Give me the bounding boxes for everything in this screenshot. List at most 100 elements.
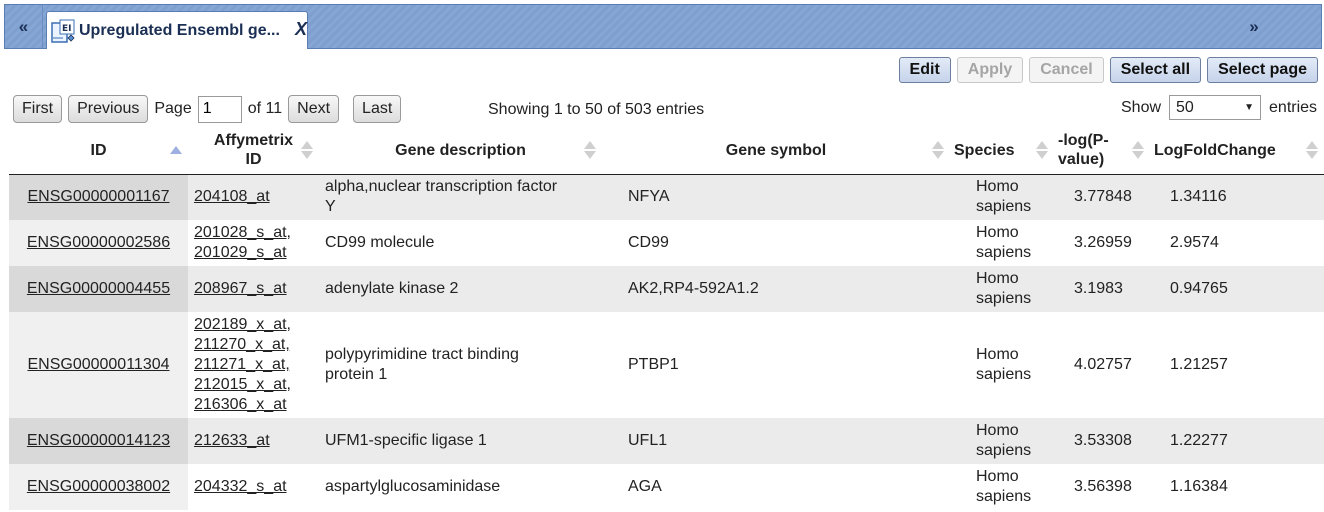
edit-button[interactable]: Edit [898,57,951,83]
apply-button[interactable]: Apply [956,57,1024,83]
cell-affymetrix-id: 204332_s_at [188,464,319,510]
previous-page-button[interactable]: Previous [68,95,149,123]
sort-both-icon [1132,141,1144,160]
cell-gene-symbol: PTBP1 [602,312,950,418]
table-row[interactable]: ENSG00000001167 204108_at alpha,nuclear tr… [9,174,1324,220]
show-label: Show [1121,98,1162,116]
cell-gene-description: CD99 molecule [319,220,602,266]
cell-affymetrix-id: 201028_s_at, 201029_s_at [188,220,319,266]
cell-id: ENSG00000001167 [9,174,188,220]
tab-title: Upregulated Ensembl ge... [79,21,280,39]
last-page-button[interactable]: Last [353,95,402,123]
table-row[interactable]: ENSG00000004455 208967_s_at adenylate kina… [9,266,1324,312]
ensembl-id-link[interactable]: ENSG00000004455 [27,280,170,297]
column-header-species[interactable]: Species [950,127,1054,175]
ensembl-id-link[interactable]: ENSG00000014123 [27,432,170,449]
affymetrix-id-link[interactable]: 216306_x_at [194,396,287,413]
cell-log-fold-change: 0.94765 [1150,266,1324,312]
table-row[interactable]: ENSG00000014123 212633_at UFM1-specific li… [9,418,1324,464]
cancel-button[interactable]: Cancel [1029,57,1104,83]
affymetrix-id-link[interactable]: 202189_x_at, [194,316,291,333]
affymetrix-id-link[interactable]: 211271_x_at, [194,356,290,373]
cell-id: ENSG00000011304 [9,312,188,418]
first-page-button[interactable]: First [13,95,63,123]
ensembl-doc-icon: EI [51,18,77,44]
cell-id: ENSG00000002586 [9,220,188,266]
ensembl-id-link[interactable]: ENSG00000011304 [27,356,169,373]
tab-upregulated-ensembl[interactable]: EI Upregulated Ensembl ge... X [46,11,308,49]
ensembl-id-link[interactable]: ENSG00000038002 [27,478,170,495]
cell-gene-description: adenylate kinase 2 [319,266,602,312]
cell-log-fold-change: 2.9574 [1150,220,1324,266]
cell-log-fold-change: 1.22277 [1150,418,1324,464]
column-header-gene-symbol[interactable]: Gene symbol [602,127,950,175]
cell-neg-log-pvalue: 3.26959 [1054,220,1150,266]
cell-neg-log-pvalue: 3.1983 [1054,266,1150,312]
cell-id: ENSG00000014123 [9,418,188,464]
page-size-select[interactable]: 50 ▼ [1169,95,1262,120]
column-header-affymetrix-id[interactable]: Affymetrix ID [188,127,319,175]
cell-species: Homo sapiens [950,464,1054,510]
cell-neg-log-pvalue: 3.77848 [1054,174,1150,220]
sort-both-icon [932,141,944,160]
cell-gene-description: polypyrimidine tract binding protein 1 [319,312,602,418]
ensembl-id-link[interactable]: ENSG00000001167 [27,188,169,205]
cell-affymetrix-id: 212633_at [188,418,319,464]
table-header-row: ID Affymetrix ID Gene description Gene sy… [9,127,1324,175]
table-row[interactable]: ENSG00000038002 204332_s_at aspartylglucos… [9,464,1324,510]
scroll-tabs-left-button[interactable]: « [5,5,43,48]
tab-bar: « EI Upregulated Ensembl ge... X » [4,4,1322,49]
page-count: of 11 [247,100,283,117]
scroll-tabs-right-button[interactable]: » [1235,5,1273,48]
pagination: First Previous Page of 11 Next Last [13,95,402,123]
cell-species: Homo sapiens [950,266,1054,312]
affymetrix-id-link[interactable]: 201028_s_at, [194,224,291,241]
cell-neg-log-pvalue: 4.02757 [1054,312,1150,418]
cell-log-fold-change: 1.16384 [1150,464,1324,510]
sort-both-icon [584,141,596,160]
close-tab-icon[interactable]: X [295,19,307,40]
select-page-button[interactable]: Select page [1207,57,1318,83]
cell-log-fold-change: 1.21257 [1150,312,1324,418]
select-all-button[interactable]: Select all [1109,57,1202,83]
svg-text:EI: EI [62,24,72,34]
sort-both-icon [1306,141,1318,160]
page-number-input[interactable] [197,95,242,123]
cell-gene-description: alpha,nuclear transcription factor Y [319,174,602,220]
affymetrix-id-link[interactable]: 212633_at [194,432,270,449]
column-header-neg-log-pvalue[interactable]: -log(P-value) [1054,127,1150,175]
cell-species: Homo sapiens [950,174,1054,220]
affymetrix-id-link[interactable]: 211270_x_at, [194,336,290,353]
table-row[interactable]: ENSG00000011304 202189_x_at, 211270_x_at, 2… [9,312,1324,418]
affymetrix-id-link[interactable]: 212015_x_at, [194,376,291,393]
column-header-gene-description[interactable]: Gene description [319,127,602,175]
cell-gene-symbol: NFYA [602,174,950,220]
cell-gene-symbol: AK2,RP4-592A1.2 [602,266,950,312]
cell-neg-log-pvalue: 3.56398 [1054,464,1150,510]
toolbar: Edit Apply Cancel Select all Select page [898,57,1318,83]
cell-gene-description: aspartylglucosaminidase [319,464,602,510]
entries-info: Showing 1 to 50 of 503 entries [488,101,705,118]
page-size-control: Show 50 ▼ entries [1121,95,1317,120]
cell-gene-description: UFM1-specific ligase 1 [319,418,602,464]
cell-affymetrix-id: 204108_at [188,174,319,220]
cell-species: Homo sapiens [950,312,1054,418]
entries-label: entries [1269,98,1318,116]
cell-gene-symbol: AGA [602,464,950,510]
column-header-log-fold-change[interactable]: LogFoldChange [1150,127,1324,175]
table-row[interactable]: ENSG00000002586 201028_s_at, 201029_s_at CD… [9,220,1324,266]
affymetrix-id-link[interactable]: 204332_s_at [194,478,287,495]
next-page-button[interactable]: Next [288,95,340,123]
affymetrix-id-link[interactable]: 201029_s_at [194,244,287,261]
page-label: Page [154,100,192,117]
ensembl-id-link[interactable]: ENSG00000002586 [27,234,170,251]
cell-neg-log-pvalue: 3.53308 [1054,418,1150,464]
affymetrix-id-link[interactable]: 204108_at [194,188,270,205]
cell-species: Homo sapiens [950,220,1054,266]
cell-log-fold-change: 1.34116 [1150,174,1324,220]
cell-id: ENSG00000004455 [9,266,188,312]
affymetrix-id-link[interactable]: 208967_s_at [194,280,287,297]
column-header-id[interactable]: ID [9,127,188,175]
page-size-value: 50 [1176,98,1194,116]
sort-both-icon [1036,141,1048,160]
